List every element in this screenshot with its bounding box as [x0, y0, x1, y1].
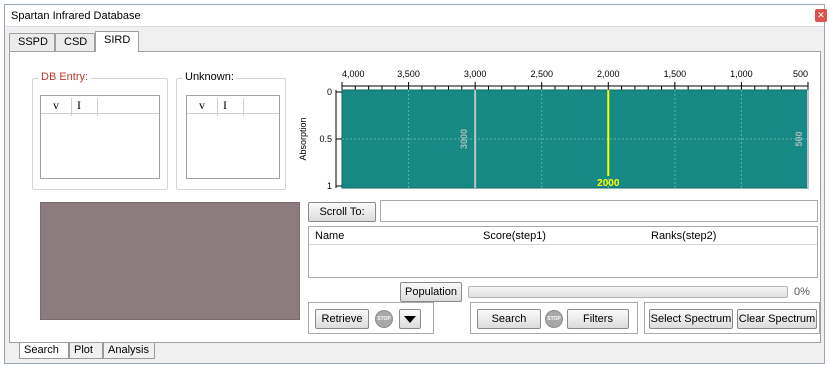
x-tick-label: 3,000 [464, 69, 487, 79]
x-tick-label: 1,000 [730, 69, 753, 79]
close-icon[interactable]: ✕ [815, 9, 827, 22]
retrieve-button[interactable]: Retrieve [315, 309, 369, 329]
marker-label: 500 [794, 131, 804, 146]
x-tick-label: 4,000 [342, 69, 365, 79]
results-col-ranks: Ranks(step2) [651, 230, 717, 242]
x-tick-label: 1,500 [664, 69, 687, 79]
retrieve-dropdown-button[interactable] [399, 309, 421, 329]
search-button[interactable]: Search [477, 309, 541, 329]
unknown-col-v: v [199, 98, 205, 112]
y-tick-label: 0 [327, 87, 332, 97]
x-tick-label: 3,500 [397, 69, 420, 79]
population-button[interactable]: Population [400, 282, 462, 302]
marker-label: 2000 [597, 178, 620, 189]
tab-sspd[interactable]: SSPD [9, 33, 55, 51]
tab-analysis[interactable]: Analysis [103, 343, 155, 359]
spectrum-select-panel: Select Spectrum Clear Spectrum [644, 302, 820, 334]
scroll-to-button[interactable]: Scroll To: [308, 202, 376, 222]
tab-search[interactable]: Search [19, 343, 69, 359]
chevron-down-icon [404, 316, 416, 323]
db-entry-header: v I [41, 96, 159, 116]
title-bar: Spartan Infrared Database ✕ [5, 5, 827, 27]
population-percent: 0% [794, 286, 810, 298]
db-entry-label: DB Entry: [39, 71, 91, 83]
y-axis-label: Absorption [298, 117, 308, 160]
db-entry-col-v: v [53, 98, 59, 112]
search-panel: Search STOP Filters [470, 302, 638, 334]
spectrum-preview [40, 202, 300, 320]
results-col-score: Score(step1) [483, 230, 546, 242]
scroll-to-input[interactable] [380, 200, 818, 222]
db-entry-table[interactable]: v I [40, 95, 160, 179]
unknown-group: Unknown: v I [176, 71, 286, 190]
x-tick-label: 500 [793, 69, 808, 79]
results-col-name: Name [315, 230, 345, 242]
window-title: Spartan Infrared Database [11, 10, 141, 22]
y-tick-label: 0.5 [319, 134, 332, 144]
clear-spectrum-button[interactable]: Clear Spectrum [737, 309, 817, 329]
unknown-table[interactable]: v I [186, 95, 280, 179]
marker-label: 3000 [459, 129, 469, 149]
x-tick-label: 2,500 [530, 69, 553, 79]
tab-plot[interactable]: Plot [69, 343, 103, 359]
search-stop-icon[interactable]: STOP [545, 310, 563, 328]
x-tick-label: 2,000 [597, 69, 620, 79]
spectrum-plot[interactable]: 4,000 3,500 3,000 2,500 2,000 1,500 1,000 500 0… [296, 66, 820, 194]
population-progress [468, 286, 788, 298]
retrieve-stop-icon[interactable]: STOP [375, 310, 393, 328]
tab-sird[interactable]: SIRD [95, 31, 139, 52]
db-entry-group: DB Entry: v I [32, 71, 168, 190]
retrieve-panel: Retrieve STOP [308, 302, 434, 334]
filters-button[interactable]: Filters [567, 309, 629, 329]
results-table[interactable]: Name Score(step1) Ranks(step2) [308, 226, 818, 278]
app-window: Spartan Infrared Database ✕ SSPD CSD SIR… [4, 4, 827, 364]
db-entry-col-i: I [77, 98, 81, 112]
select-spectrum-button[interactable]: Select Spectrum [649, 309, 733, 329]
tab-csd[interactable]: CSD [55, 33, 95, 51]
y-tick-label: 1 [327, 181, 332, 191]
unknown-label: Unknown: [183, 71, 236, 83]
unknown-col-i: I [223, 98, 227, 112]
sird-panel: DB Entry: v I Unknown: v I 4,000 3,500 3… [9, 51, 821, 343]
unknown-header: v I [187, 96, 279, 116]
results-header: Name Score(step1) Ranks(step2) [309, 227, 817, 245]
